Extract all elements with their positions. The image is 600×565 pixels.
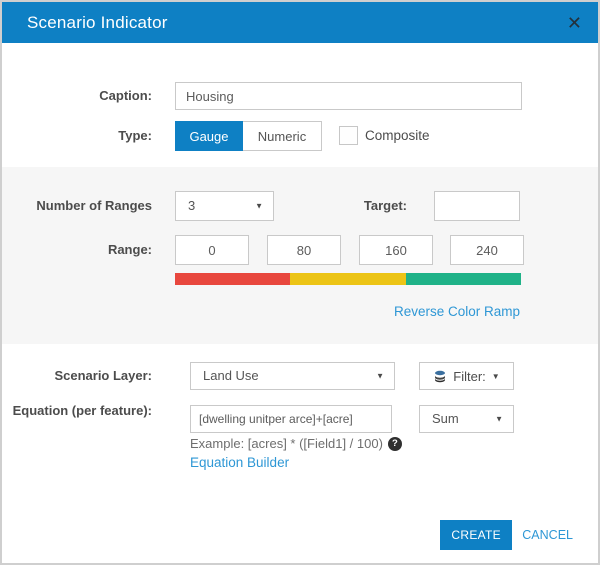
composite-label: Composite — [365, 126, 430, 145]
equation-example-text: Example: [acres] * ([Field1] / 100) — [190, 436, 383, 451]
range-input-2[interactable] — [267, 235, 341, 265]
aggregate-select[interactable]: Sum ▼ — [419, 405, 514, 433]
number-of-ranges-value: 3 — [188, 192, 195, 220]
range-input-1[interactable] — [175, 235, 249, 265]
color-ramp — [175, 273, 521, 285]
filter-label: Filter: — [453, 369, 486, 384]
chevron-down-icon: ▼ — [495, 415, 503, 424]
equation-input[interactable] — [190, 405, 392, 433]
dialog-header: Scenario Indicator ✕ — [2, 2, 598, 43]
ramp-segment-red — [175, 273, 290, 285]
type-toggle: Gauge Numeric — [175, 121, 322, 151]
target-label: Target: — [257, 191, 407, 221]
ramp-segment-green — [406, 273, 521, 285]
scenario-indicator-dialog: Scenario Indicator ✕ Caption: Type: Gaug… — [0, 0, 600, 565]
range-input-4[interactable] — [450, 235, 524, 265]
chevron-down-icon: ▼ — [376, 372, 384, 381]
number-of-ranges-label: Number of Ranges — [2, 191, 152, 221]
scenario-layer-value: Land Use — [203, 363, 259, 389]
range-label: Range: — [2, 235, 152, 265]
cancel-link[interactable]: CANCEL — [522, 520, 573, 550]
caption-input[interactable] — [175, 82, 522, 110]
equation-builder-link[interactable]: Equation Builder — [190, 455, 289, 470]
help-icon[interactable]: ? — [388, 437, 402, 451]
aggregate-value: Sum — [432, 406, 459, 432]
close-icon[interactable]: ✕ — [567, 14, 582, 32]
target-input[interactable] — [434, 191, 520, 221]
type-option-numeric[interactable]: Numeric — [243, 121, 322, 151]
create-button[interactable]: CREATE — [440, 520, 512, 550]
filter-dropdown-button[interactable]: Filter: ▼ — [419, 362, 514, 390]
range-input-3[interactable] — [359, 235, 433, 265]
chevron-down-icon: ▼ — [492, 372, 500, 381]
equation-example: Example: [acres] * ([Field1] / 100) ? — [190, 436, 402, 451]
caption-label: Caption: — [2, 82, 152, 110]
reverse-color-ramp-link[interactable]: Reverse Color Ramp — [394, 304, 520, 319]
composite-checkbox[interactable] — [339, 126, 358, 145]
equation-label: Equation (per feature): — [2, 402, 152, 419]
type-option-gauge[interactable]: Gauge — [175, 121, 243, 151]
scenario-layer-label: Scenario Layer: — [2, 362, 152, 390]
type-label: Type: — [2, 121, 152, 151]
scenario-layer-select[interactable]: Land Use ▼ — [190, 362, 395, 390]
dialog-title: Scenario Indicator — [27, 13, 168, 33]
ramp-segment-yellow — [290, 273, 405, 285]
layers-icon — [433, 369, 447, 383]
